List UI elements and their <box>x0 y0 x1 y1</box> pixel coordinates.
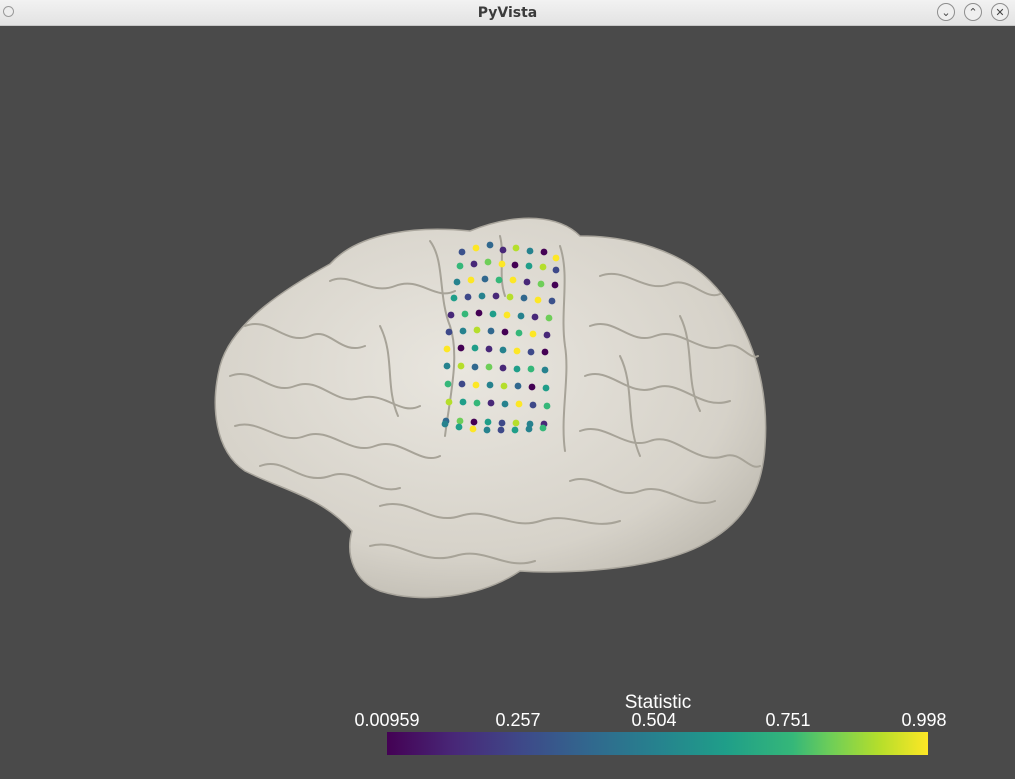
close-icon: ✕ <box>995 5 1005 19</box>
colorbar-tick: 0.00959 <box>354 710 420 730</box>
colorbar-tick: 0.257 <box>495 710 541 730</box>
colorbar-tick: 0.998 <box>901 710 947 730</box>
close-button[interactable]: ✕ <box>991 3 1009 21</box>
chevron-up-icon: ⌃ <box>968 5 978 19</box>
brain-surface[interactable] <box>214 217 767 599</box>
colorbar <box>387 732 928 755</box>
window-titlebar[interactable]: PyVista ⌄ ⌃ ✕ <box>0 0 1015 26</box>
brain-render[interactable] <box>0 26 1015 779</box>
minimize-button[interactable]: ⌄ <box>937 3 955 21</box>
maximize-button[interactable]: ⌃ <box>964 3 982 21</box>
render-viewport[interactable]: Statistic 0.00959 0.257 0.504 0.751 0.99… <box>0 26 1015 779</box>
chevron-down-icon: ⌄ <box>941 5 951 19</box>
colorbar-tick: 0.751 <box>765 710 811 730</box>
colorbar-tick: 0.504 <box>631 710 677 730</box>
window-title: PyVista <box>477 5 538 21</box>
